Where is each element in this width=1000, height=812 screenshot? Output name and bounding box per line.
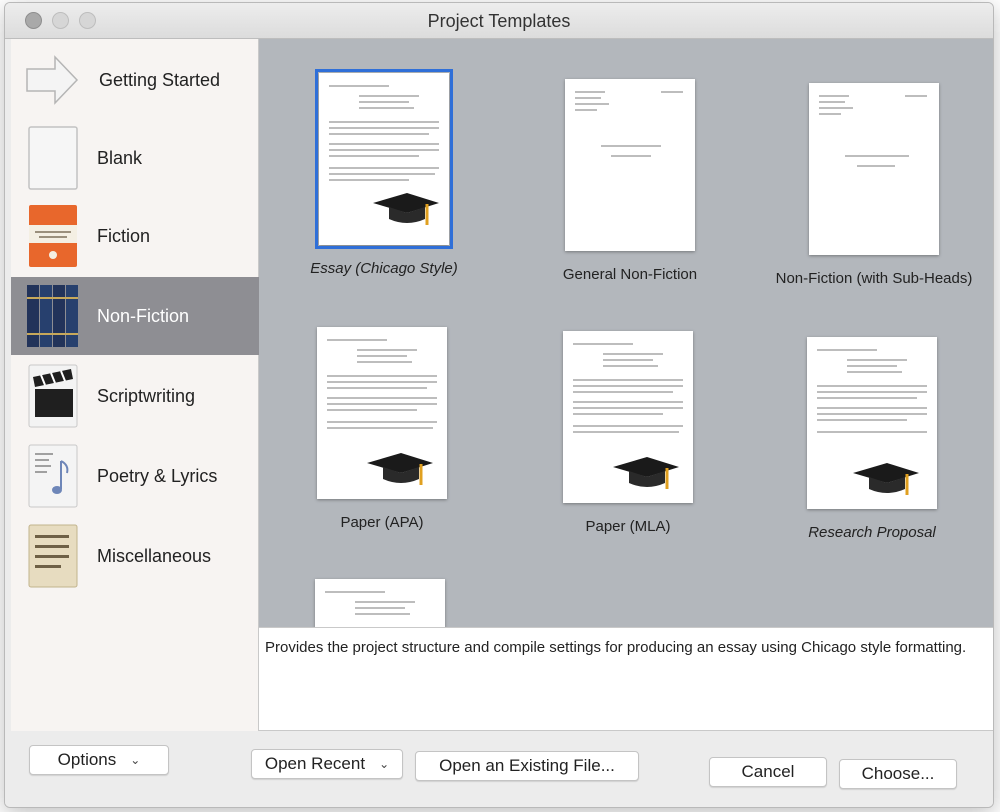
project-templates-window: Project Templates Getting Started Blank <box>4 2 994 808</box>
template-label: Essay (Chicago Style) <box>310 260 458 277</box>
template-essay-chicago[interactable]: Essay (Chicago Style) <box>269 69 469 323</box>
template-thumbnail <box>809 83 939 255</box>
sidebar-item-label: Fiction <box>97 225 151 246</box>
graduation-cap-icon <box>613 457 679 489</box>
template-partial[interactable] <box>265 579 465 627</box>
arrow-icon <box>26 55 79 105</box>
template-label: Research Proposal <box>808 524 936 541</box>
template-thumbnail <box>565 79 695 251</box>
window-title: Project Templates <box>427 11 571 31</box>
template-thumbnail <box>317 327 447 499</box>
paperback-book-icon <box>29 205 77 267</box>
graduation-cap-icon <box>373 193 439 225</box>
sidebar-item-label: Blank <box>97 147 143 168</box>
cancel-button-label: Cancel <box>741 762 795 781</box>
cancel-button[interactable]: Cancel <box>709 757 827 787</box>
options-button[interactable]: Options ⌄ <box>29 745 169 775</box>
sidebar-item-getting-started[interactable]: Getting Started <box>11 41 259 119</box>
template-research-proposal[interactable]: Research Proposal <box>757 337 957 587</box>
template-non-fiction-sub-heads[interactable]: Non-Fiction (with Sub-Heads) <box>759 83 972 333</box>
sidebar-item-poetry-lyrics[interactable]: Poetry & Lyrics <box>11 437 259 515</box>
template-thumbnail <box>315 579 445 627</box>
options-button-label: Options <box>57 750 117 769</box>
clapperboard-icon <box>28 364 78 428</box>
sidebar-item-label: Getting Started <box>99 69 221 90</box>
sidebar-item-scriptwriting[interactable]: Scriptwriting <box>11 357 259 435</box>
template-thumbnail <box>315 69 453 249</box>
template-general-non-fiction[interactable]: General Non-Fiction <box>515 79 715 329</box>
category-sidebar: Getting Started Blank Fiction Non-Fictio… <box>11 39 259 731</box>
open-existing-file-button[interactable]: Open an Existing File... <box>415 751 639 781</box>
template-label: Non-Fiction (with Sub-Heads) <box>775 270 973 287</box>
template-label: General Non-Fiction <box>562 266 698 283</box>
sidebar-item-miscellaneous[interactable]: Miscellaneous <box>11 517 259 595</box>
books-icon <box>27 285 78 347</box>
sidebar-item-label: Scriptwriting <box>97 385 196 406</box>
sidebar-item-blank[interactable]: Blank <box>11 119 259 197</box>
template-description: Provides the project structure and compi… <box>259 627 993 731</box>
graduation-cap-icon <box>853 463 919 495</box>
sidebar-item-fiction[interactable]: Fiction <box>11 197 259 275</box>
blank-page-icon <box>28 126 78 190</box>
template-paper-apa[interactable]: Paper (APA) <box>267 327 467 577</box>
notecard-icon <box>28 524 78 588</box>
sidebar-item-label: Poetry & Lyrics <box>97 465 218 486</box>
choose-button[interactable]: Choose... <box>839 759 957 789</box>
template-grid[interactable]: Essay (Chicago Style) General Non-Fictio… <box>259 39 993 627</box>
template-thumbnail <box>807 337 937 509</box>
title-bar[interactable]: Project Templates <box>5 3 993 39</box>
open-recent-button-label: Open Recent <box>264 754 366 773</box>
sidebar-item-label: Miscellaneous <box>97 545 212 566</box>
sidebar-item-non-fiction[interactable]: Non-Fiction <box>11 277 259 355</box>
chevron-down-icon: ⌄ <box>130 753 141 767</box>
open-recent-button[interactable]: Open Recent ⌄ <box>251 749 403 779</box>
music-sheet-icon <box>28 444 78 508</box>
template-paper-mla[interactable]: Paper (MLA) <box>513 331 713 581</box>
template-thumbnail <box>563 331 693 503</box>
graduation-cap-icon <box>367 453 433 485</box>
chevron-down-icon: ⌄ <box>379 757 390 771</box>
sidebar-item-label: Non-Fiction <box>97 305 190 326</box>
choose-button-label: Choose... <box>861 764 935 783</box>
template-label: Paper (APA) <box>340 514 424 531</box>
bottom-bar: Options ⌄ Open Recent ⌄ Open an Existing… <box>5 731 993 807</box>
open-existing-file-button-label: Open an Existing File... <box>439 756 615 775</box>
template-label: Paper (MLA) <box>585 518 671 535</box>
